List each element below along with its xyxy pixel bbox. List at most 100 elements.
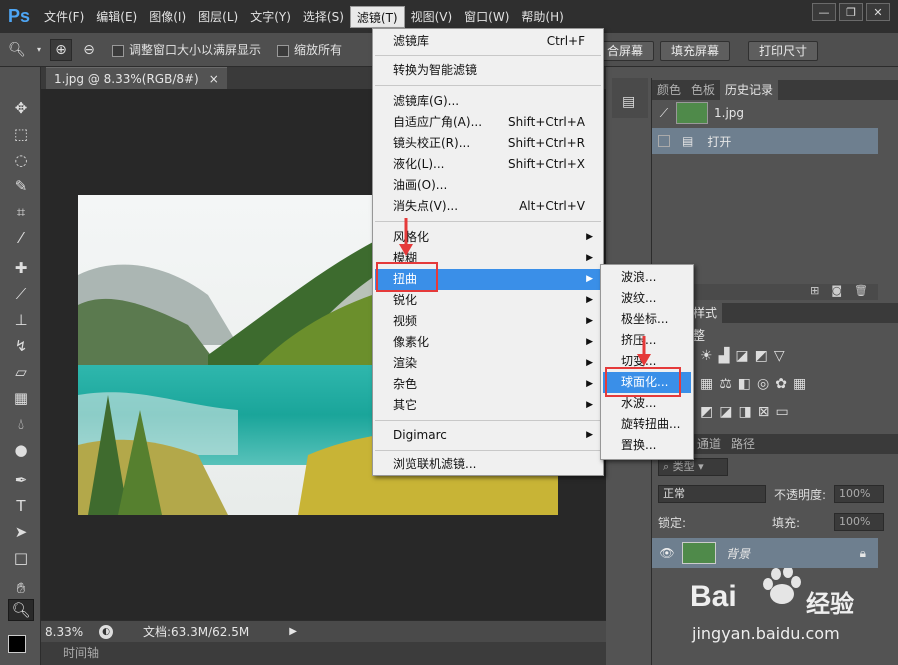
menu-type[interactable]: 文字(Y)	[244, 6, 297, 28]
hue-icon[interactable]: ▦	[700, 376, 713, 392]
minimize-button[interactable]: —	[812, 3, 836, 21]
threshold-icon[interactable]: ◨	[738, 404, 751, 420]
info-icon[interactable]: ◐	[99, 624, 113, 639]
menu-item-pixelate[interactable]: 像素化 ▶	[375, 332, 601, 353]
history-step[interactable]: ▤ 打开	[652, 128, 878, 154]
menu-edit[interactable]: 编辑(E)	[90, 6, 143, 28]
menu-item-adaptive-wide-angle[interactable]: 自适应广角(A)... Shift+Ctrl+A	[375, 112, 601, 133]
menu-item-smart-filter[interactable]: 转换为智能滤镜	[375, 60, 601, 81]
menu-item-sharpen[interactable]: 锐化 ▶	[375, 290, 601, 311]
eraser-tool-icon[interactable]: ▱	[8, 361, 34, 383]
trash-icon[interactable]: 🗑︎	[854, 284, 868, 300]
zoom-all-checkbox[interactable]: 缩放所有	[277, 41, 342, 58]
fill-input[interactable]: 100%	[834, 513, 884, 531]
menu-view[interactable]: 视图(V)	[405, 6, 459, 28]
menu-image[interactable]: 图像(I)	[143, 6, 192, 28]
vibrance-icon[interactable]: ▽	[774, 348, 785, 364]
tab-history[interactable]: 历史记录	[720, 80, 779, 100]
checkbox-box[interactable]	[277, 44, 290, 57]
menu-item-lens-correction[interactable]: 镜头校正(R)... Shift+Ctrl+R	[375, 133, 601, 154]
lasso-tool-icon[interactable]: ◌	[8, 149, 34, 171]
menu-item-filter-gallery-last[interactable]: 滤镜库 Ctrl+F	[375, 31, 601, 52]
dodge-tool-icon[interactable]: ●	[8, 439, 34, 461]
menu-item-noise[interactable]: 杂色 ▶	[375, 374, 601, 395]
zoom-out-icon[interactable]: ⊖	[78, 39, 100, 61]
history-snapshot[interactable]: ⟋ 1.jpg	[652, 100, 878, 126]
tab-swatches[interactable]: 色板	[686, 80, 720, 100]
zoom-in-icon[interactable]: ⊕	[50, 38, 72, 61]
gradient-tool-icon[interactable]: ▦	[8, 387, 34, 409]
blur-tool-icon[interactable]: 💧︎	[8, 413, 34, 435]
menu-item-oil-paint[interactable]: 油画(O)...	[375, 175, 601, 196]
fit-screen-button[interactable]: 合屏幕	[596, 41, 655, 61]
menu-item-video[interactable]: 视频 ▶	[375, 311, 601, 332]
balance-icon[interactable]: ⚖	[719, 376, 732, 392]
menu-item-digimarc[interactable]: Digimarc ▶	[375, 425, 601, 446]
menu-help[interactable]: 帮助(H)	[515, 6, 569, 28]
opacity-input[interactable]: 100%	[834, 485, 884, 503]
tab-color[interactable]: 颜色	[652, 80, 686, 100]
chevron-down-icon[interactable]: ▾	[34, 39, 44, 61]
submenu-item-polar[interactable]: 极坐标...	[603, 309, 691, 330]
menu-item-liquify[interactable]: 液化(L)... Shift+Ctrl+X	[375, 154, 601, 175]
history-brush-tool-icon[interactable]: ↯	[8, 335, 34, 357]
new-document-icon[interactable]: ⊞	[810, 284, 819, 300]
bw-icon[interactable]: ◧	[738, 376, 751, 392]
close-icon[interactable]: ×	[209, 68, 219, 89]
move-tool-icon[interactable]: ✥	[8, 97, 34, 119]
submenu-item-ripple[interactable]: 波纹...	[603, 288, 691, 309]
menu-file[interactable]: 文件(F)	[38, 6, 90, 28]
shape-tool-icon[interactable]: □	[8, 547, 34, 569]
camera-icon[interactable]: ◙	[831, 284, 842, 300]
submenu-item-twirl[interactable]: 旋转扭曲...	[603, 414, 691, 435]
zoom-tool-icon[interactable]: 🔍︎	[8, 599, 34, 621]
menu-select[interactable]: 选择(S)	[297, 6, 350, 28]
brightness-icon[interactable]: ☀	[700, 348, 713, 364]
submenu-item-displace[interactable]: 置换...	[603, 435, 691, 456]
hand-tool-icon[interactable]: ✋︎	[8, 577, 34, 599]
foreground-color-swatch[interactable]	[8, 635, 26, 653]
pen-tool-icon[interactable]: ✒	[8, 469, 34, 491]
channel-mixer-icon[interactable]: ✿	[775, 376, 787, 392]
menu-layer[interactable]: 图层(L)	[192, 6, 244, 28]
layer-row-background[interactable]: 👁︎ 背景 🔒︎	[652, 538, 878, 568]
zoom-tool-preset-icon[interactable]: 🔍︎	[6, 39, 28, 61]
blend-mode-select[interactable]: 正常	[658, 485, 766, 503]
eyedropper-tool-icon[interactable]: ⁄	[8, 227, 34, 249]
status-menu-arrow-icon[interactable]: ▶	[289, 626, 297, 637]
menu-item-other[interactable]: 其它 ▶	[375, 395, 601, 416]
document-tab[interactable]: 1.jpg @ 8.33%(RGB/8#) ×	[46, 67, 227, 89]
healing-brush-tool-icon[interactable]: ✚	[8, 257, 34, 279]
selective-color-icon[interactable]: ⊠	[758, 404, 770, 420]
menu-item-render[interactable]: 渲染 ▶	[375, 353, 601, 374]
timeline-tab[interactable]: 时间轴	[41, 642, 606, 665]
eye-icon[interactable]: 👁︎	[652, 546, 682, 560]
menu-item-vanishing-point[interactable]: 消失点(V)... Alt+Ctrl+V	[375, 196, 601, 217]
close-button[interactable]: ✕	[866, 3, 890, 21]
menu-item-filter-gallery[interactable]: 滤镜库(G)...	[375, 91, 601, 112]
path-select-tool-icon[interactable]: ➤	[8, 521, 34, 543]
layer-filter-kind[interactable]: ⌕ 类型 ▾	[658, 458, 728, 476]
zoom-level[interactable]: 8.33%	[41, 625, 99, 639]
resize-windows-checkbox[interactable]: 调整窗口大小以满屏显示	[112, 41, 261, 58]
lookup-icon[interactable]: ▦	[793, 376, 806, 392]
levels-icon[interactable]: ▟	[719, 348, 730, 364]
quick-select-tool-icon[interactable]: ✎	[8, 175, 34, 197]
brush-source-icon[interactable]: ⟋	[652, 106, 676, 121]
menu-item-browse-online[interactable]: 浏览联机滤镜...	[375, 454, 601, 475]
photo-filter-icon[interactable]: ◎	[757, 376, 769, 392]
history-panel-icon[interactable]: ▤	[622, 94, 635, 110]
restore-button[interactable]: ❐	[839, 3, 863, 21]
exposure-icon[interactable]: ◩	[755, 348, 768, 364]
crop-tool-icon[interactable]: ⌗	[8, 201, 34, 223]
gradient-map-icon[interactable]: ▭	[775, 404, 788, 420]
menu-filter[interactable]: 滤镜(T)	[349, 5, 405, 28]
marquee-tool-icon[interactable]: ⬚	[8, 123, 34, 145]
menu-window[interactable]: 窗口(W)	[458, 6, 515, 28]
submenu-item-wave[interactable]: 波浪...	[603, 267, 691, 288]
checkbox-box[interactable]	[112, 44, 124, 57]
curves-icon[interactable]: ◪	[735, 348, 748, 364]
brush-tool-icon[interactable]: ⟋	[8, 283, 34, 305]
tab-channels[interactable]: 通道	[692, 434, 726, 454]
invert-icon[interactable]: ◩	[700, 404, 713, 420]
